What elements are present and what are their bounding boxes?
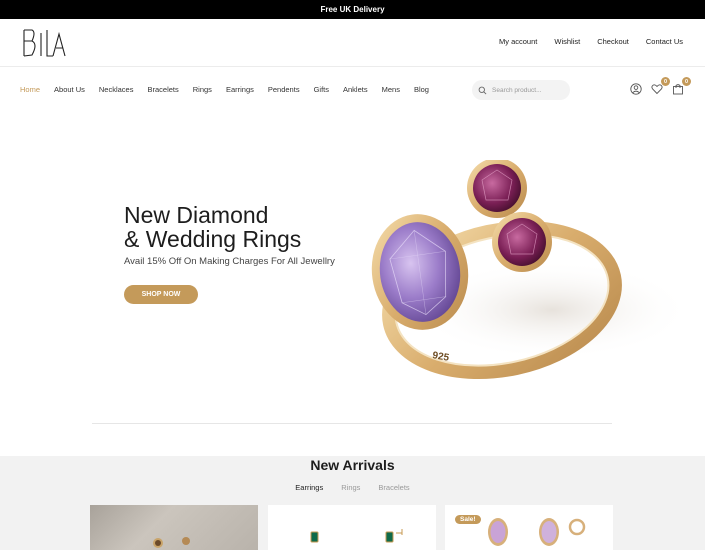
menu-item-about-us[interactable]: About Us — [54, 85, 85, 94]
promo-text: Free UK Delivery — [320, 5, 385, 14]
new-arrivals-title: New Arrivals — [310, 457, 395, 473]
hero-subtitle: Avail 15% Off On Making Charges For All … — [124, 256, 335, 267]
menu-item-pendents[interactable]: Pendents — [268, 85, 300, 94]
menu-item-earrings[interactable]: Earrings — [226, 85, 254, 94]
menu-item-mens[interactable]: Mens — [382, 85, 400, 94]
sale-badge: Sale! — [455, 515, 481, 524]
menu-item-home[interactable]: Home — [20, 85, 40, 94]
wishlist-button[interactable]: 0 — [651, 77, 670, 96]
search-input[interactable] — [492, 86, 568, 94]
product-image — [153, 537, 190, 548]
section-divider — [92, 423, 612, 424]
product-image — [488, 518, 586, 546]
menu-item-anklets[interactable]: Anklets — [343, 85, 368, 94]
tab-bracelets[interactable]: Bracelets — [378, 483, 409, 492]
wishlist-link[interactable]: Wishlist — [554, 37, 580, 46]
hero-title-line-2: & Wedding Rings — [124, 226, 302, 252]
search-box — [472, 80, 570, 100]
menu-item-rings[interactable]: Rings — [193, 85, 212, 94]
account-links: My account Wishlist Checkout Contact Us — [499, 37, 683, 46]
hero-title-line-1: New Diamond — [124, 202, 269, 228]
bag-icon — [673, 84, 683, 95]
cart-button[interactable]: 0 — [672, 77, 691, 96]
checkout-link[interactable]: Checkout — [597, 37, 629, 46]
menu-item-necklaces[interactable]: Necklaces — [99, 85, 134, 94]
cart-count-badge: 0 — [682, 77, 691, 86]
user-icon — [630, 83, 642, 95]
ring-product-image: 925 — [371, 160, 692, 380]
product-card[interactable]: Sale! — [445, 505, 613, 550]
menu-item-bracelets[interactable]: Bracelets — [147, 85, 178, 94]
tab-earrings[interactable]: Earrings — [295, 483, 323, 492]
header: My account Wishlist Checkout Contact Us — [0, 19, 705, 67]
search-icon[interactable] — [478, 86, 487, 95]
arrivals-tabs: Earrings Rings Bracelets — [0, 483, 705, 492]
my-account-link[interactable]: My account — [499, 37, 537, 46]
tab-rings[interactable]: Rings — [341, 483, 360, 492]
product-image — [310, 529, 403, 543]
menu-item-blog[interactable]: Blog — [414, 85, 429, 94]
shop-now-button[interactable]: SHOP NOW — [124, 285, 198, 304]
main-menu: Home About Us Necklaces Bracelets Rings … — [20, 85, 429, 94]
product-card[interactable] — [268, 505, 436, 550]
account-button[interactable] — [630, 82, 644, 96]
main-nav: Home About Us Necklaces Bracelets Rings … — [0, 68, 705, 110]
hero-title: New Diamond & Wedding Rings — [124, 203, 301, 251]
new-arrivals-section: New Arrivals Earrings Rings Bracelets Sa… — [0, 456, 705, 550]
product-card[interactable] — [90, 505, 258, 550]
menu-item-gifts[interactable]: Gifts — [314, 85, 329, 94]
bia-logo[interactable] — [20, 26, 68, 60]
contact-us-link[interactable]: Contact Us — [646, 37, 683, 46]
heart-icon — [651, 84, 663, 95]
promo-bar: Free UK Delivery — [0, 0, 705, 19]
wishlist-count-badge: 0 — [661, 77, 670, 86]
hero-banner: New Diamond & Wedding Rings Avail 15% Of… — [0, 110, 705, 422]
